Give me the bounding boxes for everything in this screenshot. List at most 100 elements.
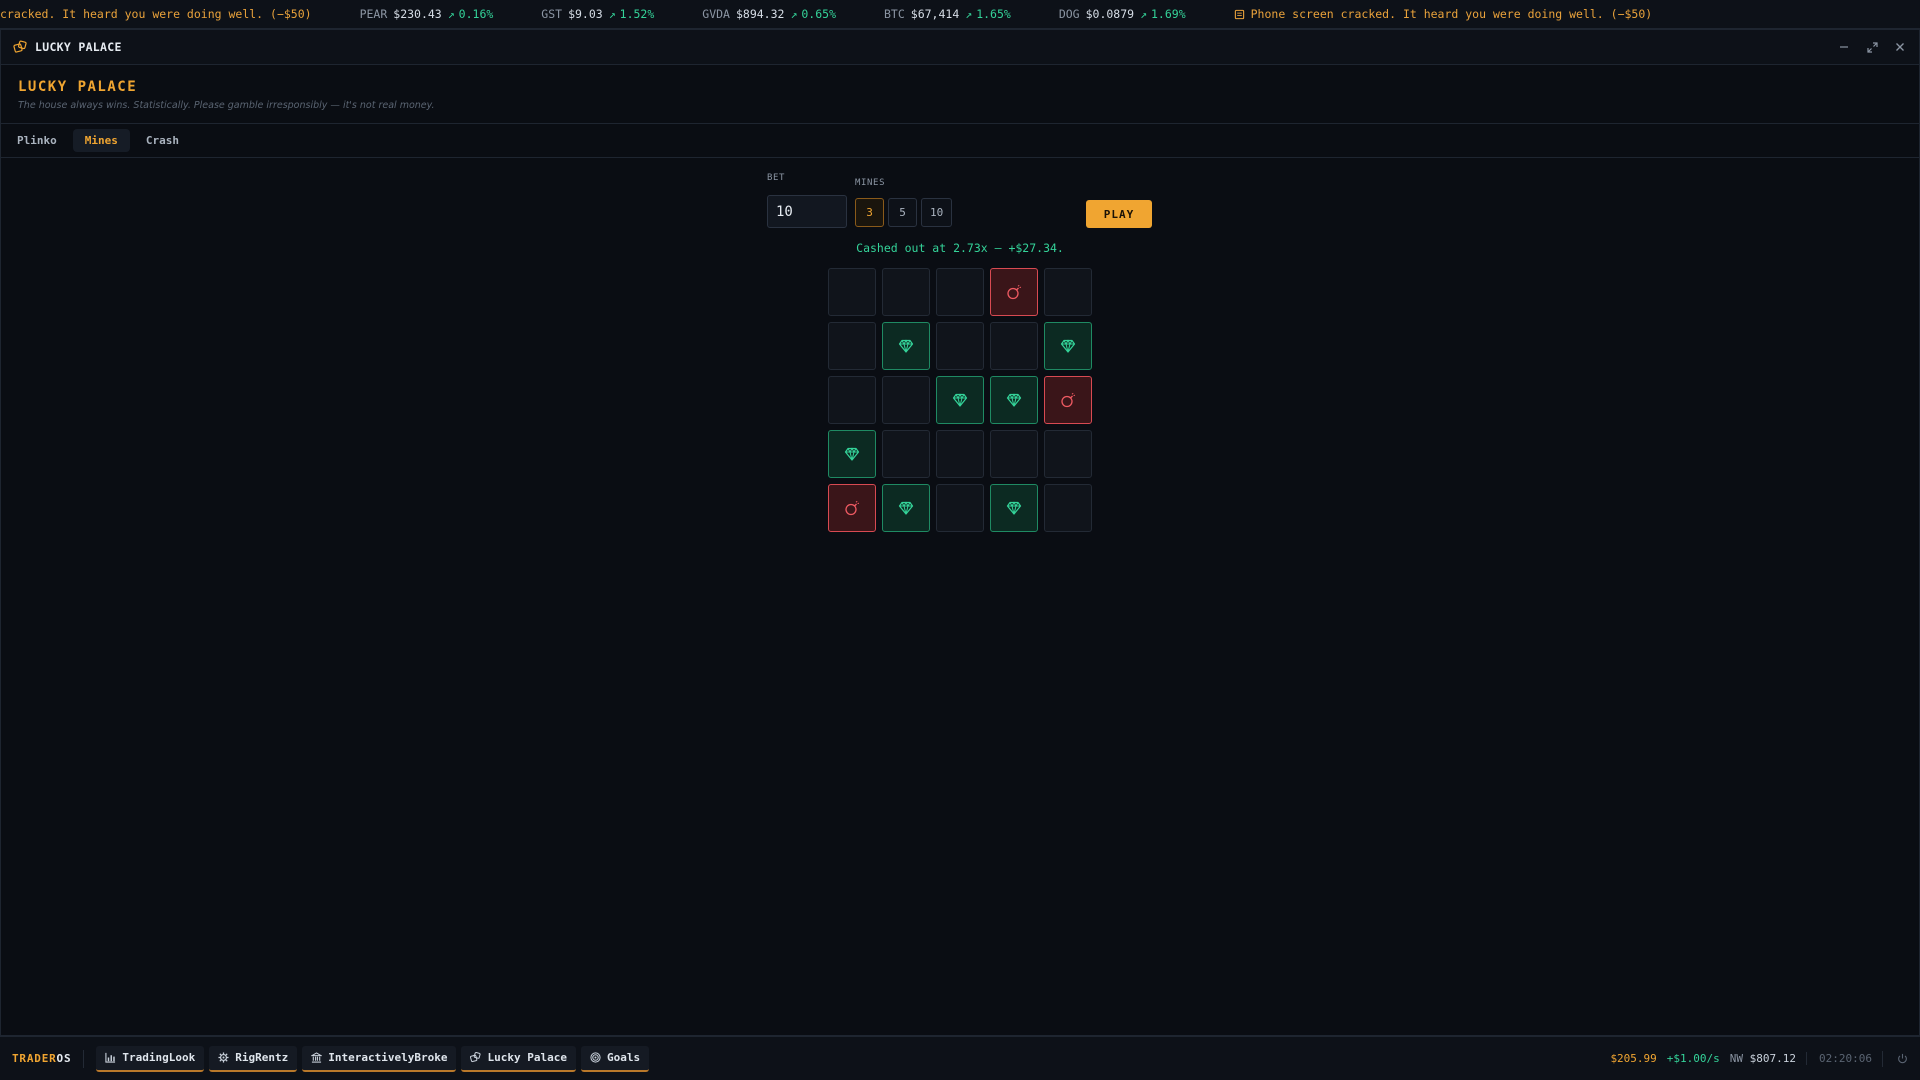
- bet-group: BET: [767, 173, 847, 228]
- taskbar-app-tradinglook[interactable]: TradingLook: [96, 1045, 205, 1072]
- mines-cell-hidden[interactable]: [990, 322, 1038, 370]
- ticker-change-value: 1.69%: [1151, 7, 1186, 21]
- ticker-symbol: BTC: [884, 7, 905, 21]
- ticker-change: ↗ 1.69%: [1140, 0, 1186, 28]
- bet-label: BET: [767, 173, 786, 183]
- trend-up-icon: ↗: [1140, 7, 1147, 21]
- ticker-change-value: 1.65%: [976, 7, 1011, 21]
- mines-cell-hidden[interactable]: [1044, 268, 1092, 316]
- os-logo-part: OS: [56, 1051, 72, 1065]
- game-tabs: Plinko Mines Crash: [1, 124, 1919, 158]
- ticker-news-text: cracked. It heard you were doing well. (…: [0, 7, 312, 21]
- mines-cell-hidden[interactable]: [936, 430, 984, 478]
- mine-count-5-button[interactable]: 5: [888, 198, 917, 227]
- mines-cell-gem[interactable]: [1044, 322, 1092, 370]
- gem-icon: [1006, 393, 1022, 407]
- os-logo: TRADEROS: [12, 1049, 85, 1068]
- mines-cell-hidden[interactable]: [1044, 430, 1092, 478]
- power-icon[interactable]: [1882, 1050, 1908, 1067]
- mines-cell-hidden[interactable]: [828, 268, 876, 316]
- taskbar-app-label: Goals: [606, 1051, 641, 1064]
- mines-cell-gem[interactable]: [828, 430, 876, 478]
- taskbar-app-label: RigRentz: [235, 1051, 289, 1064]
- mines-cell-hidden[interactable]: [936, 268, 984, 316]
- income-rate: +$1.00/s: [1666, 1052, 1720, 1065]
- taskbar-app-goals[interactable]: Goals: [580, 1045, 650, 1072]
- brand-tagline: The house always wins. Statistically. Pl…: [18, 100, 435, 111]
- ticker-change: ↗ 0.65%: [790, 0, 836, 28]
- mines-cell-hidden[interactable]: [882, 268, 930, 316]
- ticker-change: ↗ 1.52%: [609, 0, 655, 28]
- newspaper-icon: [1234, 9, 1244, 20]
- ticker-symbol: PEAR: [359, 7, 388, 21]
- mine-count-3-button[interactable]: 3: [855, 198, 884, 227]
- gem-icon: [898, 501, 914, 515]
- ticker-change-value: 1.52%: [619, 7, 655, 21]
- mines-cell-hidden[interactable]: [882, 376, 930, 424]
- mines-cell-hidden[interactable]: [828, 322, 876, 370]
- window-title: LUCKY PALACE: [35, 40, 122, 54]
- bet-input[interactable]: [767, 195, 847, 228]
- mines-cell-gem[interactable]: [990, 376, 1038, 424]
- mines-cell-mine[interactable]: [828, 484, 876, 532]
- ticker-item: DOG $0.0879 ↗ 1.69%: [1058, 0, 1186, 28]
- ticker-symbol: GVDA: [702, 7, 730, 21]
- system-tray: $205.99 +$1.00/s NW $807.12 02:20:06: [1610, 1050, 1908, 1067]
- mines-cell-hidden[interactable]: [990, 430, 1038, 478]
- mines-cell-hidden[interactable]: [936, 322, 984, 370]
- ticker-change: ↗ 0.16%: [447, 0, 494, 28]
- ticker-item: PEAR $230.43 ↗ 0.16%: [359, 0, 494, 28]
- mines-cell-hidden[interactable]: [828, 376, 876, 424]
- mines-cell-mine[interactable]: [1044, 376, 1092, 424]
- bomb-icon: [1007, 284, 1022, 300]
- taskbar-app-rigrentz[interactable]: RigRentz: [209, 1045, 298, 1072]
- minimize-icon[interactable]: [1837, 40, 1851, 54]
- trend-up-icon: ↗: [790, 7, 798, 21]
- ticker-price: $9.03: [568, 7, 603, 21]
- mines-cell-mine[interactable]: [990, 268, 1038, 316]
- net-worth-value: $807.12: [1749, 1052, 1797, 1065]
- tab-plinko[interactable]: Plinko: [5, 129, 69, 152]
- gem-icon: [952, 393, 968, 407]
- mine-count-options: 3 5 10: [855, 198, 953, 227]
- lucky-palace-window: LUCKY PALACE LUCKY PALACE The house alwa…: [0, 29, 1920, 1036]
- mines-cell-hidden[interactable]: [936, 484, 984, 532]
- restore-icon[interactable]: [1865, 40, 1879, 54]
- play-button[interactable]: PLAY: [1086, 200, 1152, 228]
- stock-ticker: cracked. It heard you were doing well. (…: [0, 0, 1920, 29]
- window-titlebar[interactable]: LUCKY PALACE: [1, 30, 1919, 65]
- close-icon[interactable]: [1893, 40, 1907, 54]
- ticker-symbol: GST: [541, 7, 563, 21]
- taskbar-app-label: InteractivelyBroke: [328, 1051, 448, 1064]
- mines-cell-gem[interactable]: [936, 376, 984, 424]
- mines-cell-gem[interactable]: [882, 484, 930, 532]
- mine-count-10-button[interactable]: 10: [921, 198, 953, 227]
- mines-cell-gem[interactable]: [990, 484, 1038, 532]
- ticker-item: BTC $67,414 ↗ 1.65%: [884, 0, 1011, 28]
- tab-mines[interactable]: Mines: [72, 129, 130, 152]
- chart-icon: [105, 1052, 116, 1063]
- bomb-icon: [1061, 392, 1076, 408]
- taskbar-app-lucky-palace[interactable]: Lucky Palace: [461, 1045, 576, 1072]
- mines-group: MINES 3 5 10: [855, 178, 953, 227]
- mines-cell-hidden[interactable]: [1044, 484, 1092, 532]
- mines-cell-gem[interactable]: [882, 322, 930, 370]
- taskbar-app-label: Lucky Palace: [487, 1051, 567, 1064]
- mines-cell-hidden[interactable]: [882, 430, 930, 478]
- gem-icon: [898, 339, 914, 353]
- cash-balance: $205.99: [1610, 1052, 1657, 1065]
- ticker-symbol: DOG: [1058, 7, 1080, 21]
- tab-crash[interactable]: Crash: [134, 129, 191, 152]
- trend-up-icon: ↗: [447, 7, 455, 21]
- app-header: LUCKY PALACE The house always wins. Stat…: [1, 65, 1919, 124]
- taskbar-app-interactivelybroke[interactable]: InteractivelyBroke: [302, 1045, 457, 1072]
- ticker-price: $894.32: [735, 7, 785, 21]
- ticker-change-value: 0.16%: [458, 7, 494, 21]
- ticker-news-item: Phone screen cracked. It heard you were …: [1234, 0, 1652, 28]
- game-status-message: Cashed out at 2.73x — +$27.34.: [856, 241, 1064, 255]
- ticker-item: GST $9.03 ↗ 1.52%: [541, 0, 655, 28]
- dice-icon: [470, 1052, 482, 1063]
- gem-icon: [844, 447, 860, 461]
- window-controls: [1837, 40, 1907, 54]
- gear-icon: [218, 1052, 229, 1063]
